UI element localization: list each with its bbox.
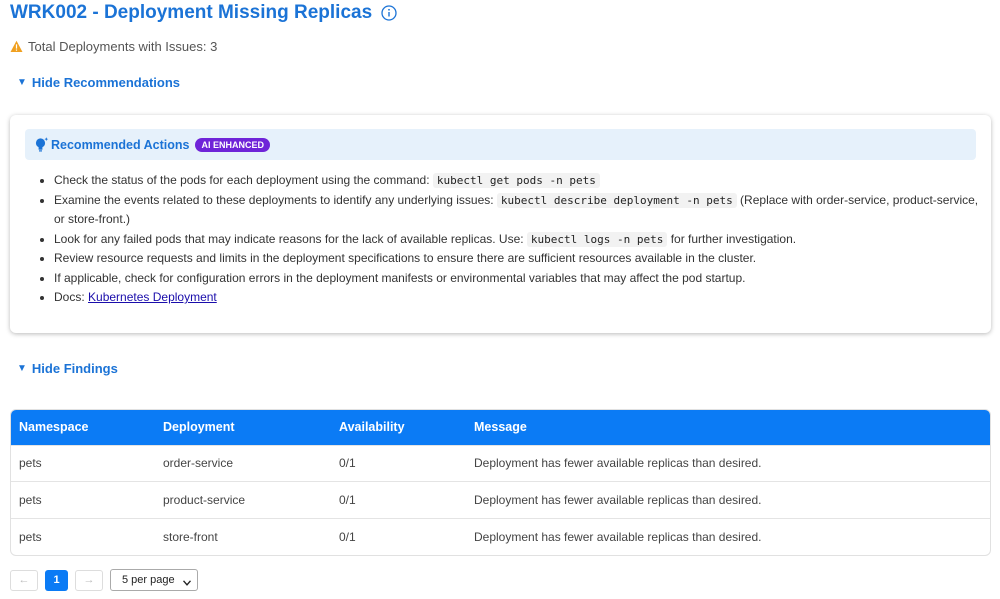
table-header-row: Namespace Deployment Availability Messag… xyxy=(11,410,990,445)
recommendations-header: Recommended Actions AI ENHANCED xyxy=(25,129,976,160)
deployment-cell: order-service xyxy=(163,456,234,471)
message-cell: Deployment has fewer available replicas … xyxy=(474,492,762,507)
recommendation-item: Review resource requests and limits in t… xyxy=(54,249,979,269)
docs-item: Docs: Kubernetes Deployment xyxy=(54,288,979,308)
hide-findings-toggle[interactable]: ▼ Hide Findings xyxy=(17,359,118,377)
recommendation-text: Check the status of the pods for each de… xyxy=(54,173,433,187)
recommendation-text: Look for any failed pods that may indica… xyxy=(54,231,527,246)
caret-down-icon: ▼ xyxy=(17,76,27,88)
previous-page-button[interactable]: ← xyxy=(10,569,38,591)
hide-recommendations-toggle[interactable]: ▼ Hide Recommendations xyxy=(17,73,180,91)
chevron-down-icon xyxy=(182,577,192,586)
column-header-namespace[interactable]: Namespace xyxy=(11,410,155,445)
warning-icon xyxy=(10,40,23,53)
availability-cell: 0/1 xyxy=(339,492,356,507)
column-header-deployment[interactable]: Deployment xyxy=(155,410,331,445)
docs-label: Docs: xyxy=(54,290,89,304)
hide-recommendations-label: Hide Recommendations xyxy=(31,74,180,90)
recommendations-list: Check the status of the pods for each de… xyxy=(54,171,979,308)
command-code: kubectl describe deployment -n pets xyxy=(496,192,737,208)
availability-cell: 0/1 xyxy=(339,456,356,471)
namespace-cell: pets xyxy=(19,492,42,507)
recommendation-suffix: for further investigation. xyxy=(667,231,797,246)
table-row: pets store-front 0/1 Deployment has fewe… xyxy=(11,518,990,555)
per-page-value: 5 per page xyxy=(122,574,175,586)
availability-cell: 0/1 xyxy=(339,529,356,544)
recommendation-text: Review resource requests and limits in t… xyxy=(54,251,757,265)
recommendations-card: Recommended Actions AI ENHANCED Check th… xyxy=(10,115,991,333)
issues-count-label: Total Deployments with Issues: 3 xyxy=(28,38,218,54)
namespace-cell: pets xyxy=(19,529,42,544)
next-page-button[interactable]: → xyxy=(75,569,103,591)
command-code: kubectl get pods -n pets xyxy=(432,173,600,188)
page-title: WRK002 - Deployment Missing Replicas xyxy=(10,2,373,23)
column-header-message[interactable]: Message xyxy=(466,410,990,445)
pagination: ← 1 → 5 per page xyxy=(10,569,198,591)
issues-summary: Total Deployments with Issues: 3 xyxy=(10,38,217,54)
page-header: WRK002 - Deployment Missing Replicas xyxy=(10,1,397,25)
recommendation-item: Check the status of the pods for each de… xyxy=(54,171,979,191)
lightbulb-icon xyxy=(34,136,49,153)
namespace-cell: pets xyxy=(19,456,42,471)
recommendation-item: Look for any failed pods that may indica… xyxy=(54,230,979,250)
info-icon[interactable] xyxy=(381,5,397,21)
table-row: pets order-service 0/1 Deployment has fe… xyxy=(11,445,990,482)
message-cell: Deployment has fewer available replicas … xyxy=(474,529,762,544)
recommendation-text: If applicable, check for configuration e… xyxy=(54,270,746,285)
deployment-cell: store-front xyxy=(163,529,218,544)
findings-table: Namespace Deployment Availability Messag… xyxy=(10,409,991,556)
recommendation-item: If applicable, check for configuration e… xyxy=(54,269,979,289)
command-code: kubectl logs -n pets xyxy=(526,231,668,247)
recommendations-title: Recommended Actions xyxy=(51,137,190,152)
recommendation-item: Examine the events related to these depl… xyxy=(54,191,979,230)
message-cell: Deployment has fewer available replicas … xyxy=(474,456,762,471)
table-row: pets product-service 0/1 Deployment has … xyxy=(11,481,990,519)
per-page-select[interactable]: 5 per page xyxy=(110,569,198,591)
hide-findings-label: Hide Findings xyxy=(31,360,118,376)
caret-down-icon: ▼ xyxy=(17,362,27,374)
column-header-availability[interactable]: Availability xyxy=(331,410,466,445)
kubernetes-deployment-link[interactable]: Kubernetes Deployment xyxy=(88,290,217,304)
ai-enhanced-badge: AI ENHANCED xyxy=(195,137,270,152)
recommendation-text: Examine the events related to these depl… xyxy=(54,192,497,207)
page-1-button[interactable]: 1 xyxy=(45,569,68,591)
deployment-cell: product-service xyxy=(163,492,246,507)
